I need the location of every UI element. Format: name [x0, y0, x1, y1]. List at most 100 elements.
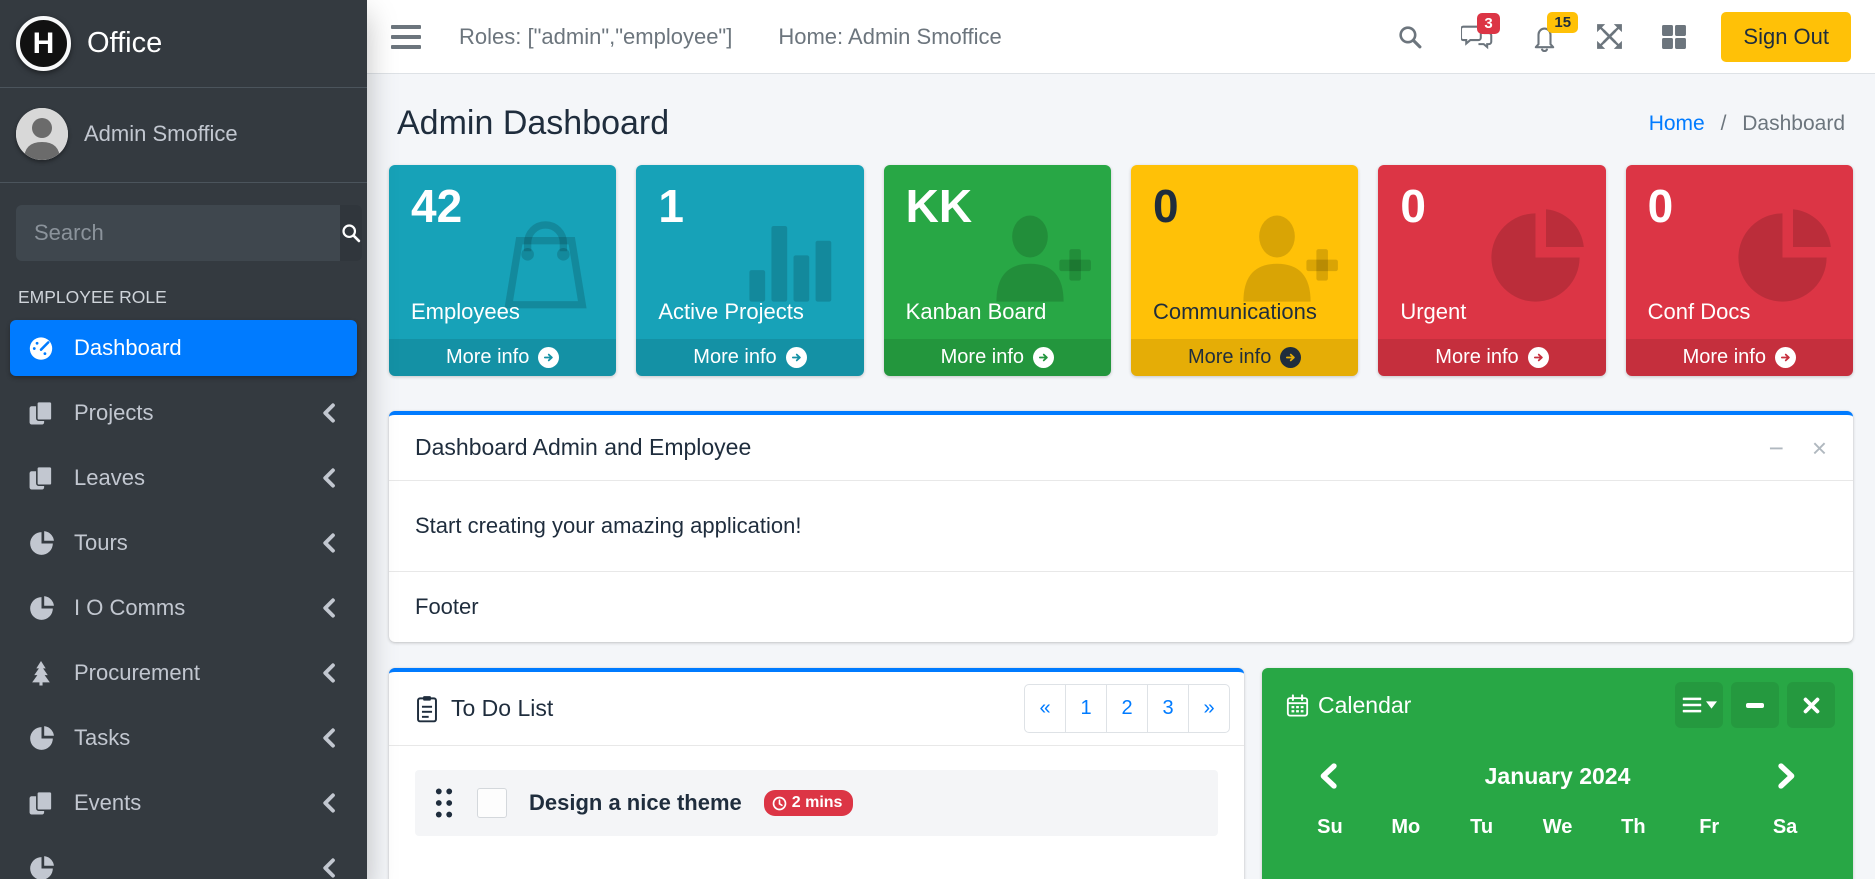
- weekday-label: We: [1520, 816, 1596, 839]
- info-box-value: 42: [411, 181, 594, 232]
- sidebar-item-label: Dashboard: [74, 335, 182, 361]
- bars-icon: [1682, 697, 1702, 713]
- todo-time-badge: 2 mins: [764, 790, 854, 816]
- chart-pie-icon: [26, 530, 56, 557]
- chevron-left-icon: [319, 792, 337, 814]
- info-box-active-projects: 1 Active Projects More info: [636, 165, 863, 376]
- navbar-fullscreen-button[interactable]: [1596, 23, 1623, 50]
- minus-icon: [1746, 703, 1764, 708]
- pagination-next[interactable]: »: [1188, 684, 1230, 733]
- content-area: Admin Dashboard Home / Dashboard 42 Empl…: [367, 74, 1875, 879]
- navbar-roles-link[interactable]: Roles: ["admin","employee"]: [459, 24, 732, 50]
- sidebar-search-input[interactable]: [16, 205, 340, 261]
- search-icon: [1397, 24, 1423, 50]
- todo-pagination: « 1 2 3 »: [1024, 684, 1230, 733]
- pagination-page-1[interactable]: 1: [1065, 684, 1107, 733]
- sidebar-item-leaves[interactable]: Leaves: [10, 450, 357, 506]
- sidebar-item-tours[interactable]: Tours: [10, 515, 357, 571]
- more-info-link[interactable]: More info: [884, 339, 1111, 376]
- close-icon: [1803, 697, 1820, 714]
- chevron-left-icon: [319, 532, 337, 554]
- navbar-notifications-button[interactable]: 15: [1531, 22, 1558, 52]
- more-info-link[interactable]: More info: [1378, 339, 1605, 376]
- sidebar-item-label: Leaves: [74, 465, 145, 491]
- chevron-left-icon: [319, 857, 337, 879]
- info-box-employees: 42 Employees More info: [389, 165, 616, 376]
- info-box-kanban: KK Kanban Board More info: [884, 165, 1111, 376]
- sidebar-item-tasks[interactable]: Tasks: [10, 710, 357, 766]
- collapse-icon[interactable]: −: [1769, 435, 1784, 461]
- sign-out-button[interactable]: Sign Out: [1721, 12, 1851, 62]
- weekday-label: Sa: [1747, 816, 1823, 839]
- calendar-menu-button[interactable]: [1675, 682, 1723, 728]
- sidebar-item-projects[interactable]: Projects: [10, 385, 357, 441]
- arrow-circle-right-icon: [1033, 347, 1054, 368]
- navbar-home-link[interactable]: Home: Admin Smoffice: [778, 24, 1001, 50]
- more-info-label: More info: [1683, 346, 1766, 369]
- breadcrumb-home-link[interactable]: Home: [1649, 112, 1705, 135]
- caret-down-icon: [1706, 701, 1717, 709]
- sidebar-item-label: Tasks: [74, 725, 130, 751]
- calendar-card: Calendar: [1262, 668, 1853, 879]
- search-icon: [340, 222, 362, 244]
- brand[interactable]: H Office: [0, 0, 367, 88]
- more-info-link[interactable]: More info: [389, 339, 616, 376]
- breadcrumb-current: Dashboard: [1742, 112, 1845, 135]
- navbar-grid-button[interactable]: [1661, 24, 1687, 50]
- todo-card-title: To Do List: [415, 695, 553, 723]
- pagination-page-3[interactable]: 3: [1147, 684, 1189, 733]
- tachometer-icon: [26, 334, 56, 362]
- sidebar-item-procurement[interactable]: Procurement: [10, 645, 357, 701]
- sidebar-item-dashboard[interactable]: Dashboard: [10, 320, 357, 376]
- info-box-label: Kanban Board: [906, 299, 1089, 325]
- user-avatar[interactable]: [16, 108, 68, 160]
- todo-checkbox[interactable]: [477, 788, 507, 818]
- weekday-label: Tu: [1444, 816, 1520, 839]
- more-info-link[interactable]: More info: [1626, 339, 1853, 376]
- calendar-close-button[interactable]: [1787, 682, 1835, 728]
- drag-handle-icon[interactable]: [433, 785, 455, 821]
- sidebar-item-partial[interactable]: [10, 840, 357, 879]
- sidebar-item-io-comms[interactable]: I O Comms: [10, 580, 357, 636]
- navbar-messages-button[interactable]: 3: [1461, 23, 1493, 51]
- clock-icon: [772, 796, 787, 811]
- weekday-label: Mo: [1368, 816, 1444, 839]
- sidebar-item-label: Tours: [74, 530, 128, 556]
- close-icon[interactable]: ×: [1812, 435, 1827, 461]
- info-box-urgent: 0 Urgent More info: [1378, 165, 1605, 376]
- dashboard-card: Dashboard Admin and Employee − × Start c…: [389, 411, 1853, 642]
- more-info-label: More info: [941, 346, 1024, 369]
- page-title: Admin Dashboard: [397, 104, 669, 143]
- navbar-search-button[interactable]: [1397, 24, 1423, 50]
- info-box-communications: 0 Communications More info: [1131, 165, 1358, 376]
- more-info-label: More info: [1435, 346, 1518, 369]
- info-box-label: Urgent: [1400, 299, 1583, 325]
- more-info-link[interactable]: More info: [636, 339, 863, 376]
- user-name[interactable]: Admin Smoffice: [84, 121, 238, 147]
- sidebar-item-events[interactable]: Events: [10, 775, 357, 831]
- sidebar-search-button[interactable]: [340, 205, 362, 261]
- arrow-circle-right-icon: [1280, 347, 1301, 368]
- todo-card: To Do List « 1 2 3 »: [389, 668, 1244, 879]
- chevron-left-icon: [319, 662, 337, 684]
- todo-item-text: Design a nice theme: [529, 790, 742, 816]
- sidebar-toggle-button[interactable]: [391, 24, 421, 50]
- sidebar-menu: Dashboard Projects Leaves: [0, 320, 367, 879]
- pagination-prev[interactable]: «: [1024, 684, 1066, 733]
- calendar-collapse-button[interactable]: [1731, 682, 1779, 728]
- todo-card-title-text: To Do List: [451, 695, 553, 722]
- top-navbar: Roles: ["admin","employee"] Home: Admin …: [367, 0, 1875, 74]
- dashboard-card-title: Dashboard Admin and Employee: [415, 434, 751, 461]
- calendar-next-button[interactable]: [1777, 762, 1797, 790]
- dashboard-card-body: Start creating your amazing application!: [389, 481, 1853, 571]
- hamburger-icon: [391, 24, 421, 50]
- arrow-circle-right-icon: [1775, 347, 1796, 368]
- calendar-prev-button[interactable]: [1318, 762, 1338, 790]
- info-boxes-row: 42 Employees More info: [389, 165, 1853, 376]
- th-large-icon: [1661, 24, 1687, 50]
- sidebar-item-label: Procurement: [74, 660, 200, 686]
- pagination-page-2[interactable]: 2: [1106, 684, 1148, 733]
- copy-icon: [26, 790, 56, 816]
- more-info-link[interactable]: More info: [1131, 339, 1358, 376]
- copy-icon: [26, 465, 56, 491]
